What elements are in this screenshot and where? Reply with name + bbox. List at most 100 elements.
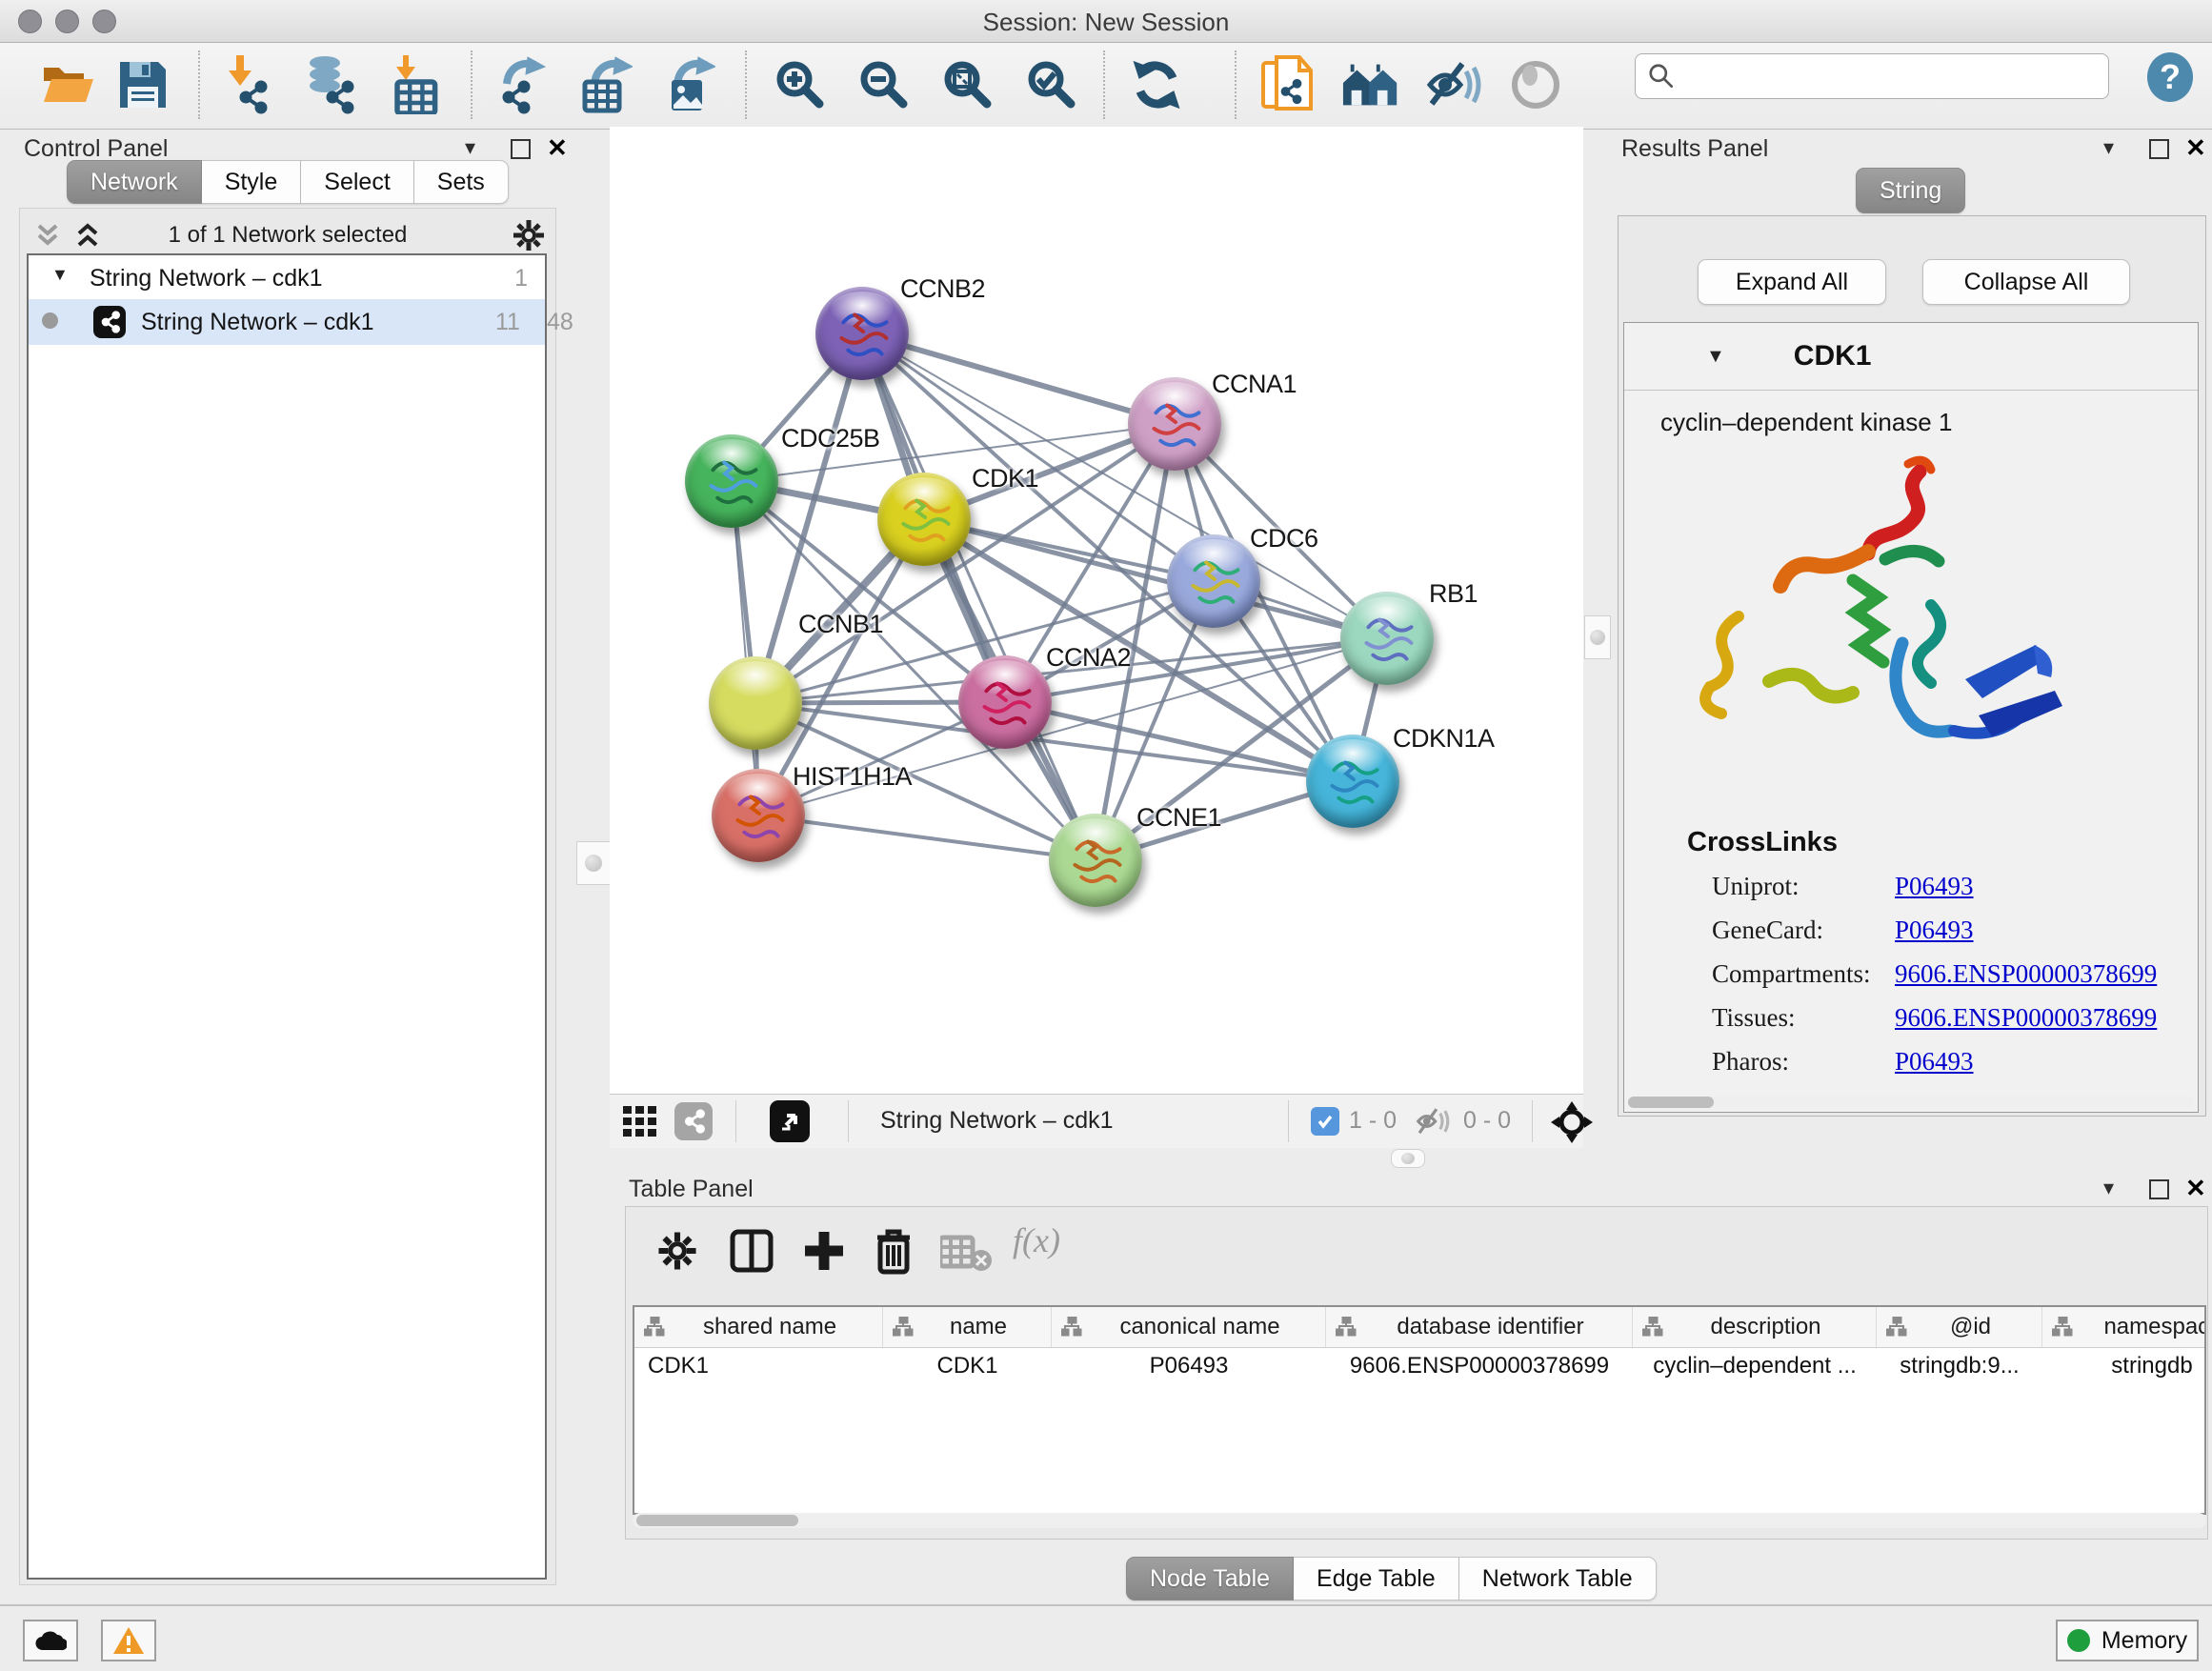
edge-count: 48 — [547, 309, 573, 336]
table-cell[interactable]: cyclin–dependent ... — [1633, 1347, 1877, 1385]
table-cell[interactable]: CDK1 — [634, 1347, 883, 1385]
gene-section-header[interactable]: ▼ CDK1 — [1624, 323, 2198, 391]
birdseye-view-toggle[interactable] — [770, 1100, 810, 1142]
tab-network[interactable]: Network — [67, 160, 202, 204]
fit-selected-crosshair-icon[interactable] — [1551, 1101, 1593, 1143]
node-CCNB2[interactable] — [815, 287, 909, 380]
import-table-from-file-button[interactable] — [383, 54, 444, 115]
warning-button[interactable] — [101, 1620, 156, 1661]
right-splitter-handle[interactable] — [1584, 615, 1611, 659]
export-table-button[interactable] — [573, 54, 634, 115]
clone-network-button[interactable] — [1257, 54, 1318, 115]
column-header-database-identifier[interactable]: database identifier — [1326, 1307, 1633, 1347]
zoom-selected-button[interactable] — [1021, 54, 1082, 115]
export-image-button[interactable] — [657, 54, 718, 115]
help-icon[interactable]: ? — [2147, 52, 2193, 102]
show-hide-graphics-details-button[interactable] — [1425, 54, 1486, 115]
tab-network-table[interactable]: Network Table — [1459, 1557, 1657, 1601]
tab-string[interactable]: String — [1856, 168, 1965, 213]
save-session-button[interactable] — [112, 54, 173, 115]
houses-icon-button[interactable] — [1341, 54, 1402, 115]
zoom-out-button[interactable] — [854, 54, 915, 115]
network-row-selected[interactable]: String Network – cdk1 11 48 — [29, 299, 545, 345]
panel-collapse-icon[interactable]: ▾ — [2103, 1176, 2114, 1200]
network-canvas[interactable]: CCNB2CCNA1CDC25BCDK1CDC6RB1CCNB1CCNA2CDK… — [610, 127, 1583, 1094]
panel-close-icon[interactable]: ✕ — [2185, 1174, 2206, 1203]
node-RB1[interactable] — [1340, 592, 1434, 685]
tab-sets[interactable]: Sets — [414, 160, 509, 204]
control-panel: Control Panel ▾ ✕ NetworkStyleSelectSets… — [0, 130, 576, 1597]
column-header-name[interactable]: name — [883, 1307, 1052, 1347]
open-session-button[interactable] — [38, 54, 99, 115]
node-HIST1H1A[interactable] — [712, 769, 805, 862]
gear-icon[interactable] — [512, 218, 546, 252]
node-CDKN1A[interactable] — [1306, 735, 1399, 828]
table-cell[interactable]: 9606.ENSP00000378699 — [1326, 1347, 1633, 1385]
results-hscrollbar[interactable] — [1628, 1097, 2194, 1108]
node-CCNA2[interactable] — [958, 655, 1052, 749]
delete-table-icon[interactable] — [940, 1234, 994, 1272]
crosslink-link[interactable]: 9606.ENSP00000378699 — [1895, 959, 2157, 989]
column-header-canonical-name[interactable]: canonical name — [1052, 1307, 1326, 1347]
column-header-shared-name[interactable]: shared name — [634, 1307, 883, 1347]
panel-float-icon[interactable] — [2149, 1179, 2169, 1204]
table-cell[interactable]: stringdb — [2042, 1347, 2206, 1385]
column-header-namespace[interactable]: namespace — [2042, 1307, 2206, 1347]
import-network-from-database-button[interactable] — [299, 54, 360, 115]
crosslink-link[interactable]: 9606.ENSP00000378699 — [1895, 1003, 2157, 1033]
table-cell[interactable]: P06493 — [1052, 1347, 1326, 1385]
column-header--id[interactable]: @id — [1877, 1307, 2042, 1347]
left-splitter-handle[interactable] — [576, 841, 611, 885]
delete-column-icon[interactable] — [872, 1226, 915, 1276]
export-network-button[interactable] — [488, 54, 549, 115]
network-collection-row[interactable]: ▼ String Network – cdk1 1 — [29, 257, 545, 299]
grid-view-icon[interactable] — [623, 1106, 659, 1138]
selected-checkbox[interactable] — [1311, 1107, 1339, 1136]
crosslink-link[interactable]: P06493 — [1895, 1047, 1974, 1077]
tree-expand-icon[interactable]: ▼ — [51, 265, 69, 285]
table-cell[interactable]: CDK1 — [883, 1347, 1052, 1385]
table-hscrollbar[interactable] — [633, 1513, 2206, 1528]
panel-close-icon[interactable]: ✕ — [2185, 133, 2206, 163]
tab-edge-table[interactable]: Edge Table — [1294, 1557, 1459, 1601]
node-CDC25B[interactable] — [685, 434, 778, 528]
scrollbar-thumb[interactable] — [636, 1515, 798, 1526]
column-header-description[interactable]: description — [1633, 1307, 1877, 1347]
crosslink-link[interactable]: P06493 — [1895, 916, 1974, 945]
crosslink-link[interactable]: P06493 — [1895, 872, 1974, 901]
render-ball-icon[interactable] — [1505, 54, 1566, 115]
node-CCNB1[interactable] — [709, 656, 802, 750]
toolbar-separator — [1235, 50, 1237, 119]
tab-select[interactable]: Select — [301, 160, 413, 204]
collapse-all-button[interactable]: Collapse All — [1922, 259, 2130, 305]
horizontal-splitter-handle[interactable] — [1391, 1149, 1425, 1168]
add-column-icon[interactable] — [801, 1228, 847, 1274]
network-view-type-icon[interactable] — [674, 1102, 713, 1140]
tab-node-table[interactable]: Node Table — [1126, 1557, 1294, 1601]
panel-float-icon[interactable] — [511, 139, 531, 164]
expand-all-button[interactable]: Expand All — [1698, 259, 1886, 305]
node-CCNE1[interactable] — [1049, 814, 1142, 907]
panel-collapse-icon[interactable]: ▾ — [2103, 135, 2114, 160]
node-CDK1[interactable] — [877, 473, 971, 566]
search-input[interactable] — [1683, 62, 2108, 91]
show-columns-icon[interactable] — [729, 1228, 774, 1274]
import-network-from-file-button[interactable] — [217, 54, 278, 115]
panel-collapse-icon[interactable]: ▾ — [465, 135, 475, 160]
node-CCNA1[interactable] — [1128, 377, 1221, 471]
table-cell[interactable]: stringdb:9... — [1877, 1347, 2042, 1385]
table-row[interactable]: CDK1CDK1P064939606.ENSP00000378699cyclin… — [634, 1347, 2206, 1385]
node-CDC6[interactable] — [1167, 534, 1260, 628]
zoom-in-button[interactable] — [770, 54, 831, 115]
refresh-button[interactable] — [1126, 54, 1187, 115]
gear-icon[interactable] — [656, 1230, 698, 1272]
search-box[interactable] — [1635, 53, 2109, 99]
cloud-button[interactable] — [23, 1620, 78, 1661]
panel-close-icon[interactable]: ✕ — [547, 133, 568, 163]
memory-button[interactable]: Memory — [2056, 1620, 2199, 1661]
tab-style[interactable]: Style — [202, 160, 302, 204]
zoom-fit-button[interactable] — [937, 54, 998, 115]
section-collapse-icon[interactable]: ▼ — [1706, 346, 1725, 368]
function-builder-icon[interactable]: f(x) — [1013, 1220, 1060, 1260]
panel-float-icon[interactable] — [2149, 139, 2169, 164]
